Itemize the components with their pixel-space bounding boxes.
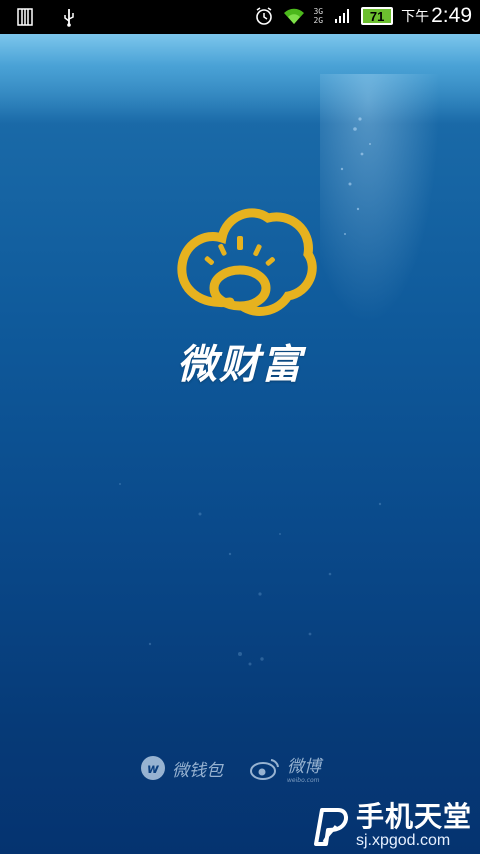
bubbles-decoration: [119, 117, 382, 666]
svg-text:w: w: [147, 762, 160, 777]
clock: 下午 2:49: [401, 4, 472, 28]
wallet-logo-icon: w: [141, 756, 165, 780]
app-name: 微财富: [177, 342, 303, 388]
wifi-icon: [283, 5, 305, 27]
partner-logos: w 微钱包 微博 weibo.com: [140, 752, 321, 784]
battery-indicator: 71: [361, 7, 394, 25]
partner-wallet: w 微钱包: [140, 755, 223, 781]
partner-wallet-label: 微钱包: [172, 760, 223, 781]
partner-weibo-label: 微博: [287, 757, 321, 777]
watermark-title: 手机天堂: [355, 800, 472, 833]
splash-screen: 微财富 w 微钱包 微博 weibo.com 手机天堂 sj.xpgod.com: [0, 34, 480, 854]
partner-weibo: 微博 weibo.com: [249, 752, 321, 784]
watermark: 手机天堂 sj.xpgod.com: [306, 802, 472, 850]
time-value: 2:49: [431, 4, 472, 27]
weibo-logo-icon: [250, 759, 279, 780]
signal-icon: [331, 5, 353, 27]
partner-weibo-domain: weibo.com: [287, 777, 320, 784]
storage-icon: [14, 6, 36, 28]
network-type: 3G 2G: [313, 7, 324, 25]
status-bar: 3G 2G 71 下午 2:49: [0, 0, 480, 34]
watermark-url: sj.xpgod.com: [355, 832, 451, 849]
app-logo: [177, 208, 317, 316]
alarm-icon: [253, 5, 275, 27]
watermark-logo-icon: [313, 808, 348, 846]
usb-icon: [58, 6, 80, 28]
time-period: 下午: [401, 8, 430, 24]
